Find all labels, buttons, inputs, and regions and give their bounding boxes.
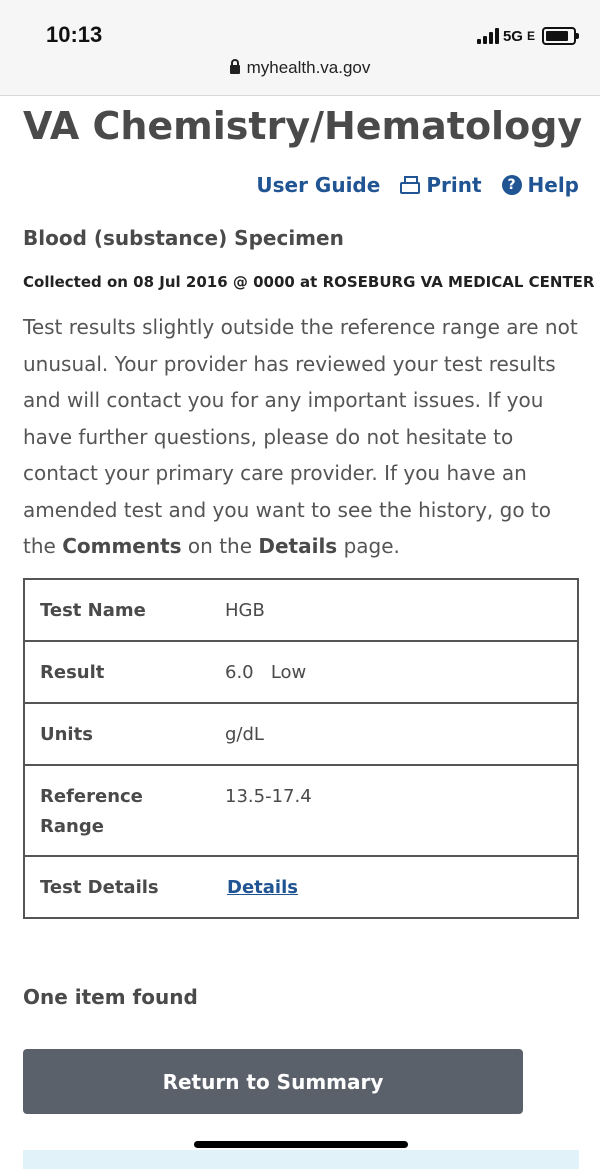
test-name-value: HGB (210, 578, 579, 642)
reference-range-value: 13.5-17.4 (210, 764, 579, 857)
notice-details: Details (258, 534, 338, 558)
collected-info: Collected on 08 Jul 2016 @ 0000 at ROSEB… (23, 273, 595, 291)
status-time: 10:13 (46, 22, 103, 47)
notice-mid: on the (181, 534, 259, 558)
status-icons: 5G E (476, 26, 579, 46)
help-icon: ? (501, 175, 522, 195)
page-title: VA Chemistry/Hematology (23, 104, 583, 148)
battery-icon (542, 27, 579, 45)
units-value: g/dL (210, 702, 579, 766)
result-label: Result (23, 640, 210, 704)
reference-range-label: Reference Range (23, 764, 210, 857)
network-label: 5G (502, 27, 523, 45)
results-notice: Test results slightly outside the refere… (23, 309, 583, 565)
result-value: 6.0 (225, 662, 254, 683)
page-links: User Guide Print ? Help (256, 173, 579, 197)
url-text: myhealth.va.gov (246, 58, 371, 77)
result-cell: 6.0 Low (210, 640, 579, 704)
status-bar: 10:13 5G E myhealth.va.gov (0, 0, 600, 96)
help-label: Help (527, 173, 579, 197)
table-row: Test Name HGB (23, 578, 579, 642)
print-icon (400, 176, 421, 194)
url-bar[interactable]: myhealth.va.gov (0, 58, 600, 78)
user-guide-label: User Guide (256, 173, 381, 197)
print-link[interactable]: Print (400, 173, 482, 197)
help-link[interactable]: ? Help (501, 173, 579, 197)
print-label: Print (426, 173, 482, 197)
lock-icon (229, 59, 240, 74)
table-row: Result 6.0 Low (23, 640, 579, 704)
network-suffix: E (526, 29, 535, 43)
specimen-heading: Blood (substance) Specimen (23, 226, 344, 250)
reference-label-line2: Range (40, 816, 104, 837)
bottom-banner (23, 1150, 579, 1169)
table-row: Units g/dL (23, 702, 579, 766)
details-link[interactable]: Details (227, 877, 298, 898)
notice-end: page. (337, 534, 400, 558)
results-table: Test Name HGB Result 6.0 Low Units g/dL … (23, 578, 579, 919)
result-flag: Low (270, 662, 307, 683)
table-row: Reference Range 13.5-17.4 (23, 764, 579, 857)
user-guide-link[interactable]: User Guide (256, 173, 380, 197)
home-indicator[interactable] (194, 1141, 408, 1148)
notice-text: Test results slightly outside the refere… (23, 315, 578, 558)
table-row: Test Details Details (23, 855, 579, 919)
test-details-label: Test Details (23, 855, 210, 919)
return-to-summary-button[interactable]: Return to Summary (23, 1049, 523, 1114)
units-label: Units (23, 702, 210, 766)
test-name-label: Test Name (23, 578, 210, 642)
test-details-cell: Details (210, 855, 579, 919)
signal-icon (476, 28, 499, 44)
items-found-text: One item found (23, 985, 198, 1009)
notice-comments: Comments (62, 534, 182, 558)
reference-label-line1: Reference (40, 786, 143, 807)
